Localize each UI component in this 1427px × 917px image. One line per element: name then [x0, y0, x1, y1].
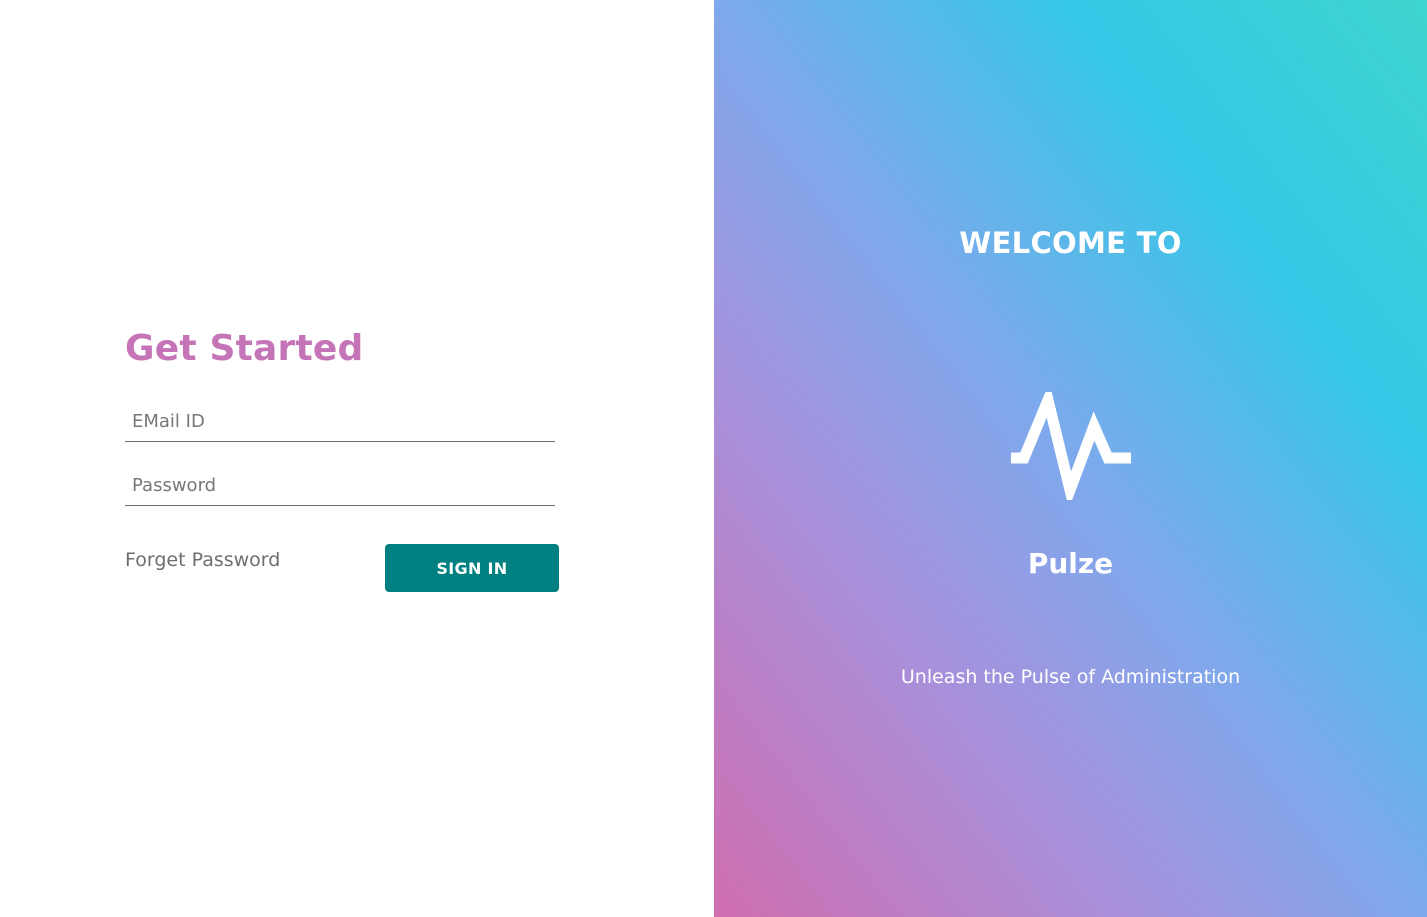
- welcome-panel: WELCOME TO Pulze Unleash the Pulse of Ad…: [714, 0, 1427, 917]
- password-field: [125, 465, 555, 506]
- email-field: [125, 401, 555, 442]
- forgot-password-link[interactable]: Forget Password: [125, 549, 280, 571]
- page-title: Get Started: [125, 328, 364, 369]
- email-input[interactable]: [125, 401, 555, 441]
- login-page: Get Started Forget Password SIGN IN WELC…: [0, 0, 1427, 917]
- pulse-line-icon: [1011, 392, 1131, 500]
- welcome-heading: WELCOME TO: [959, 226, 1182, 260]
- password-input[interactable]: [125, 465, 555, 505]
- brand-name: Pulze: [1027, 547, 1114, 580]
- sign-in-button[interactable]: SIGN IN: [385, 544, 559, 592]
- login-panel: Get Started Forget Password SIGN IN: [0, 0, 714, 917]
- brand-tagline: Unleash the Pulse of Administration: [900, 666, 1241, 688]
